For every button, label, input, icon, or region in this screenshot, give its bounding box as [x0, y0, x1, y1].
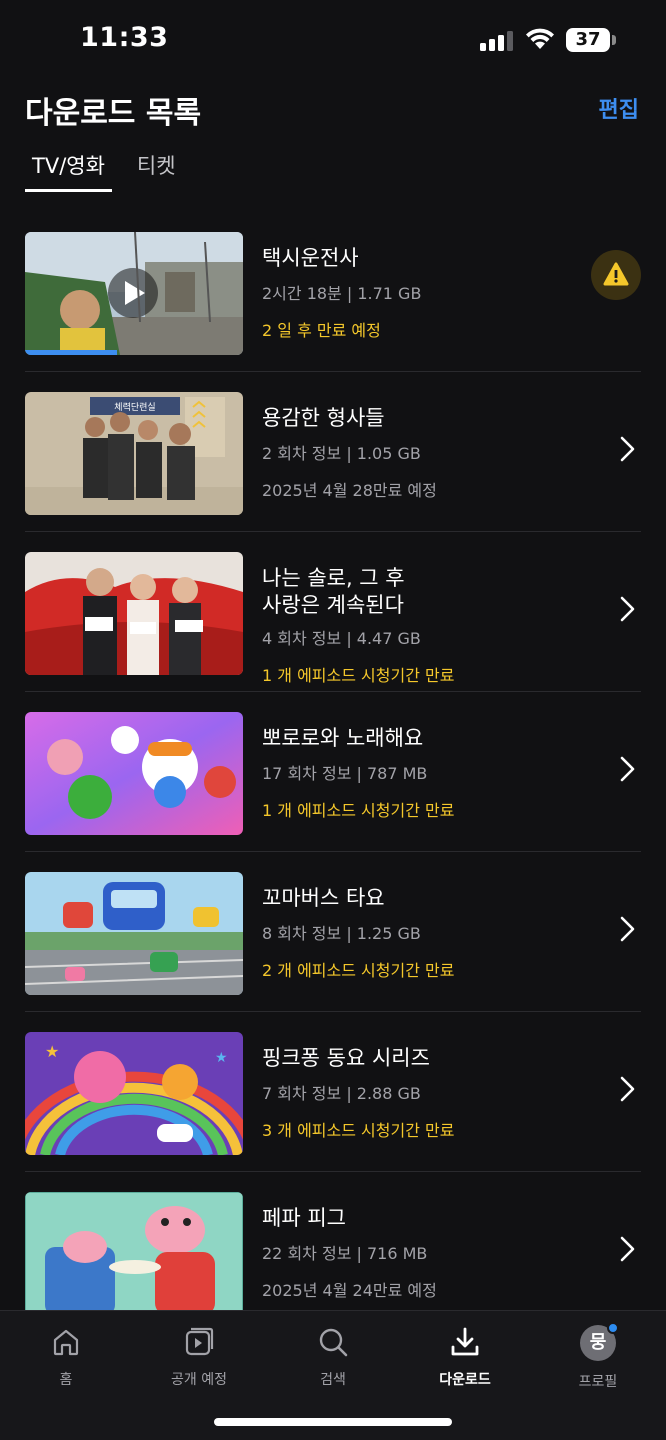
tab-ticket[interactable]: 티켓 [130, 150, 183, 192]
list-item[interactable]: 꼬마버스 타요 8 회차 정보 | 1.25 GB 2 개 에피소드 시청기간 … [25, 852, 641, 1012]
item-info: 페파 피그 22 회차 정보 | 716 MB 2025년 4월 24만료 예정 [262, 1205, 592, 1301]
item-info: 나는 솔로, 그 후 사랑은 계속된다 4 회차 정보 | 4.47 GB 1 … [262, 565, 592, 686]
item-status: 2 개 에피소드 시청기간 만료 [262, 961, 455, 980]
download-list: 택시운전사 2시간 18분 | 1.71 GB 2 일 후 만료 예정 체력단련… [0, 212, 666, 1310]
item-info: 핑크퐁 동요 시리즈 7 회차 정보 | 2.88 GB 3 개 에피소드 시청… [262, 1045, 592, 1141]
home-icon [53, 1329, 79, 1356]
item-meta: 8 회차 정보 | 1.25 GB [262, 924, 421, 943]
svg-text:체력단련실: 체력단련실 [114, 401, 155, 413]
nav-search[interactable]: 검색 [278, 1325, 388, 1405]
item-title: 택시운전사 [262, 246, 359, 270]
notification-dot [607, 1322, 619, 1334]
home-indicator[interactable] [214, 1418, 452, 1426]
avatar-initial: 뭉 [589, 1332, 607, 1353]
nav-home[interactable]: 홈 [11, 1325, 121, 1405]
list-item[interactable]: 페파 피그 22 회차 정보 | 716 MB 2025년 4월 24만료 예정 [25, 1172, 641, 1310]
item-meta: 2 회차 정보 | 1.05 GB [262, 444, 421, 463]
item-info: 용감한 형사들 2 회차 정보 | 1.05 GB 2025년 4월 28만료 … [262, 405, 592, 501]
item-title: 나는 솔로, 그 후 사랑은 계속된다 [262, 566, 405, 617]
list-item[interactable]: ★ ★ 핑크퐁 동요 시리즈 7 회차 정보 | 2.88 GB 3 개 에피소… [25, 1012, 641, 1172]
battery-tip [612, 35, 616, 45]
chevron-right-icon[interactable] [619, 1074, 637, 1104]
chevron-right-icon[interactable] [619, 594, 637, 624]
item-status: 1 개 에피소드 시청기간 만료 [262, 801, 455, 820]
chevron-right-icon[interactable] [619, 434, 637, 464]
search-icon [319, 1328, 348, 1357]
thumbnail-peppa-pig[interactable] [25, 1192, 243, 1310]
edit-button[interactable]: 편집 [599, 92, 639, 124]
thumbnail-i-am-solo[interactable] [25, 552, 243, 675]
thumbnail-brave-detectives[interactable]: 체력단련실 [25, 392, 243, 515]
item-info: 꼬마버스 타요 8 회차 정보 | 1.25 GB 2 개 에피소드 시청기간 … [262, 885, 592, 981]
upcoming-icon [185, 1327, 214, 1356]
item-meta: 2시간 18분 | 1.71 GB [262, 284, 422, 303]
nav-label: 공개 예정 [171, 1372, 227, 1388]
item-status: 3 개 에피소드 시청기간 만료 [262, 1121, 455, 1140]
nav-label: 검색 [320, 1372, 346, 1388]
tab-bar: TV/영화 티켓 [25, 150, 201, 192]
list-item[interactable]: 체력단련실 용감한 형사들 2 회차 정보 | 1.05 GB 2025년 4월… [25, 372, 641, 532]
avatar: 뭉 [580, 1322, 619, 1361]
nav-label: 프로필 [578, 1374, 618, 1390]
page-title: 다운로드 목록 [25, 96, 202, 131]
item-meta: 22 회차 정보 | 716 MB [262, 1244, 428, 1263]
nav-upcoming[interactable]: 공개 예정 [144, 1325, 254, 1405]
nav-download[interactable]: 다운로드 [410, 1325, 520, 1405]
item-meta: 4 회차 정보 | 4.47 GB [262, 629, 421, 648]
item-status: 1 개 에피소드 시청기간 만료 [262, 666, 455, 685]
item-status: 2025년 4월 28만료 예정 [262, 481, 437, 500]
tab-tv-movie[interactable]: TV/영화 [25, 150, 112, 192]
svg-text:★: ★ [45, 1042, 59, 1061]
item-title: 용감한 형사들 [262, 406, 385, 430]
status-time: 11:33 [80, 22, 169, 53]
list-item[interactable]: 뽀로로와 노래해요 17 회차 정보 | 787 MB 1 개 에피소드 시청기… [25, 692, 641, 852]
list-item[interactable]: 택시운전사 2시간 18분 | 1.71 GB 2 일 후 만료 예정 [25, 212, 641, 372]
cellular-signal-icon [480, 29, 514, 51]
item-info: 택시운전사 2시간 18분 | 1.71 GB 2 일 후 만료 예정 [262, 245, 592, 341]
svg-text:★: ★ [215, 1050, 228, 1066]
nav-label: 홈 [59, 1372, 73, 1388]
item-status: 2 일 후 만료 예정 [262, 321, 381, 340]
thumbnail-pinkfong[interactable]: ★ ★ [25, 1032, 243, 1155]
progress-bar [25, 350, 117, 355]
chevron-right-icon[interactable] [619, 1234, 637, 1264]
item-status: 2025년 4월 24만료 예정 [262, 1281, 437, 1300]
item-info: 뽀로로와 노래해요 17 회차 정보 | 787 MB 1 개 에피소드 시청기… [262, 725, 592, 821]
nav-label: 다운로드 [439, 1372, 491, 1388]
nav-profile[interactable]: 뭉 프로필 [543, 1322, 653, 1405]
chevron-right-icon[interactable] [619, 914, 637, 944]
item-title: 꼬마버스 타요 [262, 886, 385, 910]
battery-indicator: 37 [566, 28, 610, 52]
item-title: 뽀로로와 노래해요 [262, 726, 424, 750]
item-meta: 7 회차 정보 | 2.88 GB [262, 1084, 421, 1103]
thumbnail-tayo[interactable] [25, 872, 243, 995]
thumbnail-pororo[interactable] [25, 712, 243, 835]
status-bar: 11:33 37 [0, 0, 666, 80]
item-title: 핑크퐁 동요 시리즈 [262, 1046, 430, 1070]
list-item[interactable]: 나는 솔로, 그 후 사랑은 계속된다 4 회차 정보 | 4.47 GB 1 … [25, 532, 641, 692]
thumbnail-taxi-driver[interactable] [25, 232, 243, 355]
download-icon [451, 1327, 479, 1356]
item-meta: 17 회차 정보 | 787 MB [262, 764, 428, 783]
chevron-right-icon[interactable] [619, 754, 637, 784]
warning-icon[interactable] [591, 250, 641, 300]
wifi-icon [526, 28, 554, 49]
item-title: 페파 피그 [262, 1206, 346, 1230]
